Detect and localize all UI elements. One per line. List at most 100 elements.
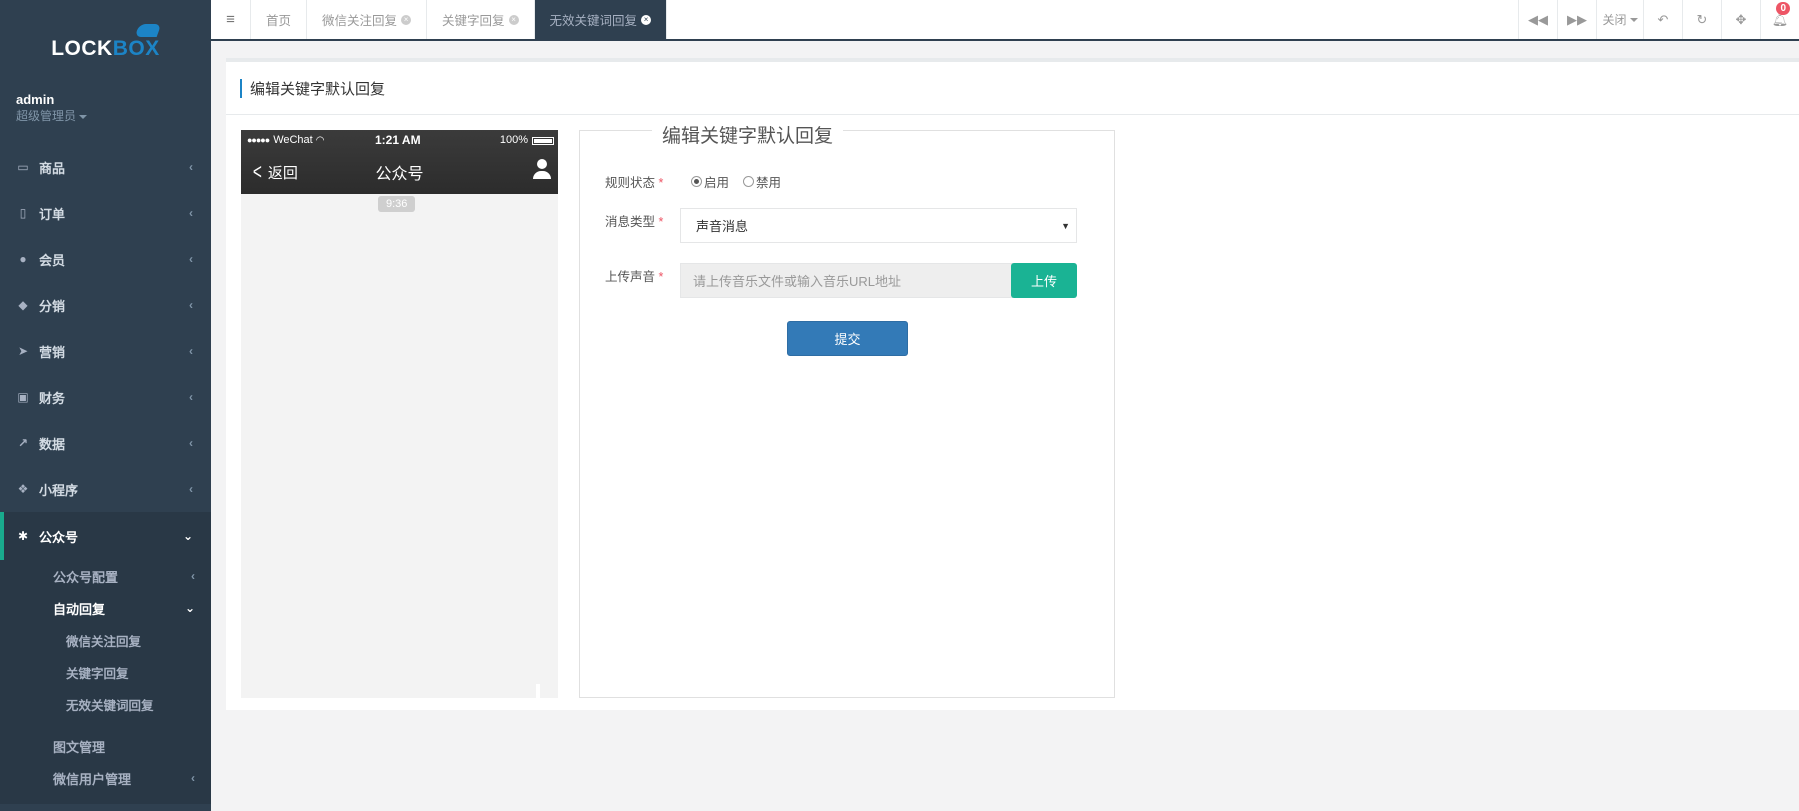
logo-part1: LOCK	[51, 37, 113, 60]
tab-keyword-reply[interactable]: 关键字回复 ×	[427, 0, 535, 39]
sidebar-sub2-label: 无效关键词回复	[66, 698, 154, 713]
close-tab-icon[interactable]: ×	[401, 14, 412, 25]
sidebar-item-label: 会员	[39, 252, 66, 268]
sidebar-nav: ▭ 商品 ‹ ▯ 订单 ‹ ● 会员 ‹ ◆ 分销 ‹ ➤ 营销 ‹ ▣ 财务 …	[0, 144, 211, 512]
sidebar-sub2-label: 微信关注回复	[66, 634, 142, 649]
sidebar-item-marketing[interactable]: ➤ 营销 ‹	[0, 328, 211, 374]
paper-plane-icon: ➤	[17, 344, 29, 358]
sidebar-item-distribution[interactable]: ◆ 分销 ‹	[0, 282, 211, 328]
logo-fin-icon	[134, 24, 162, 37]
sidebar-sub2-item-invalid-keyword-reply[interactable]: 无效关键词回复	[0, 688, 211, 720]
sidebar-item-label: 小程序	[39, 482, 79, 498]
sidebar-item-label: 公众号	[39, 529, 79, 545]
status-label-text: 规则状态	[605, 176, 656, 190]
upload-row: 上传声音 * 请上传音乐文件或输入音乐URL地址 上传	[605, 263, 1077, 298]
submit-button[interactable]: 提交	[787, 321, 908, 356]
reply-form: 编辑关键字默认回复 规则状态 * 启用 禁用 消息类型 * 声音消息 ▼ 上传声…	[579, 121, 1115, 698]
status-enabled-radio[interactable]: 启用	[691, 172, 729, 191]
tab-label: 微信关注回复	[322, 14, 398, 28]
sidebar-sub2-item-keyword-reply[interactable]: 关键字回复	[0, 656, 211, 688]
type-row: 消息类型 * 声音消息 ▼	[605, 208, 1077, 243]
caret-down-icon	[79, 114, 88, 119]
radio-checked-icon	[691, 176, 702, 187]
menu-toggle-icon[interactable]: ≡	[211, 0, 251, 39]
wechat-icon: ✱	[17, 529, 29, 543]
sidebar-item-miniprogram[interactable]: ❖ 小程序 ‹	[0, 466, 211, 512]
sidebar-item-label: 订单	[39, 206, 66, 222]
topbar-tools: ◀◀ ▶▶ 关闭 ↶ ↻ ✥ 🔔︎ 0	[1518, 0, 1799, 39]
required-marker: *	[658, 215, 664, 229]
sidebar-item-label: 商品	[39, 160, 66, 176]
status-disabled-radio[interactable]: 禁用	[743, 172, 781, 191]
sidebar-sub-item-wechat-users[interactable]: 微信用户管理 ‹	[0, 762, 211, 794]
chevron-left-icon: ‹	[189, 298, 193, 312]
close-tab-icon[interactable]: ×	[508, 14, 519, 25]
page-title-bar: 编辑关键字默认回复	[226, 62, 1799, 115]
scroll-tabs-right-icon[interactable]: ▶▶	[1557, 0, 1596, 39]
chevron-left-icon: ‹	[189, 160, 193, 174]
sidebar-item-data[interactable]: ↗ 数据 ‹	[0, 420, 211, 466]
audio-url-input[interactable]: 请上传音乐文件或输入音乐URL地址	[680, 263, 1013, 298]
tab-home[interactable]: 首页	[251, 0, 308, 39]
user-role-dropdown[interactable]: 超级管理员	[16, 108, 195, 124]
notification-bell-icon[interactable]: 🔔︎ 0	[1760, 0, 1799, 39]
page-tabs: 首页 微信关注回复 × 关键字回复 × 无效关键词回复 ×	[251, 0, 1518, 39]
tab-follow-reply[interactable]: 微信关注回复 ×	[307, 0, 428, 39]
battery-icon	[532, 137, 554, 145]
sidebar-sub-item-config[interactable]: 公众号配置 ‹	[0, 560, 211, 592]
fullscreen-icon[interactable]: ✥	[1721, 0, 1760, 39]
sidebar-sub-item-articles[interactable]: 图文管理	[0, 730, 211, 762]
sidebar-item-goods[interactable]: ▭ 商品 ‹	[0, 144, 211, 190]
message-type-select[interactable]: 声音消息 ▼	[680, 208, 1077, 243]
main-content: 编辑关键字默认回复 ●●●●● WeChat ◠ 1:21 AM 100% < 返…	[226, 58, 1799, 710]
radio-unchecked-icon	[743, 176, 755, 187]
phone-time: 1:21 AM	[375, 133, 421, 147]
chevron-down-icon: ⌄	[184, 601, 195, 615]
top-bar: ≡ 首页 微信关注回复 × 关键字回复 × 无效关键词回复 × ◀◀ ▶▶ 关闭 ↶ …	[211, 0, 1799, 41]
logo-part2: BOX	[112, 37, 160, 60]
receipt-icon: ▯	[19, 206, 27, 220]
sidebar-sub-label: 微信用户管理	[53, 771, 132, 787]
required-marker: *	[658, 270, 664, 284]
tab-label: 首页	[266, 14, 292, 28]
sidebar-sub-label: 自动回复	[53, 601, 106, 617]
spacer	[0, 720, 211, 730]
users-icon: ◆	[18, 298, 28, 312]
chevron-down-icon: ⌄	[182, 529, 193, 543]
sidebar-active-group: ✱ 公众号 ⌄ 公众号配置 ‹ 自动回复 ⌄ 微信关注回复 关键字回复 无效关键…	[0, 512, 211, 804]
close-tabs-dropdown[interactable]: 关闭	[1596, 0, 1643, 39]
back-icon[interactable]: ↶	[1643, 0, 1682, 39]
sidebar-item-members[interactable]: ● 会员 ‹	[0, 236, 211, 282]
close-tab-icon[interactable]: ×	[641, 14, 652, 25]
phone-title: 公众号	[375, 166, 424, 183]
sidebar-item-official-account[interactable]: ✱ 公众号 ⌄	[0, 512, 211, 560]
scroll-tabs-left-icon[interactable]: ◀◀	[1518, 0, 1557, 39]
chevron-left-icon: ‹	[189, 482, 193, 496]
close-tabs-label: 关闭	[1602, 13, 1627, 27]
sidebar-item-finance[interactable]: ▣ 财务 ‹	[0, 374, 211, 420]
phone-battery: 100%	[499, 134, 528, 146]
sidebar: LOCKBOX admin 超级管理员 ▭ 商品 ‹ ▯ 订单 ‹ ● 会员 ‹…	[0, 0, 211, 811]
tab-invalid-keyword-reply[interactable]: 无效关键词回复 ×	[534, 0, 668, 39]
upload-button[interactable]: 上传	[1011, 263, 1077, 298]
sidebar-item-orders[interactable]: ▯ 订单 ‹	[0, 190, 211, 236]
chevron-left-icon: ‹	[189, 206, 193, 220]
sidebar-sub-item-auto-reply[interactable]: 自动回复 ⌄	[0, 592, 211, 624]
chevron-left-icon: ‹	[189, 344, 193, 358]
tab-label: 关键字回复	[442, 14, 505, 28]
sidebar-item-label: 数据	[39, 436, 66, 452]
type-label: 消息类型 *	[605, 208, 691, 230]
logo[interactable]: LOCKBOX	[0, 0, 211, 92]
notification-badge: 0	[1776, 2, 1790, 15]
sidebar-sub2-item-follow-reply[interactable]: 微信关注回复	[0, 624, 211, 656]
sidebar-sub-label: 图文管理	[53, 739, 106, 755]
phone-status-bar: ●●●●● WeChat ◠ 1:21 AM 100%	[241, 130, 558, 150]
signal-icon: ●●●●●	[247, 135, 270, 145]
upload-label-text: 上传声音	[605, 270, 656, 284]
user-icon	[532, 159, 552, 181]
sidebar-item-label: 分销	[39, 298, 66, 314]
refresh-icon[interactable]: ↻	[1682, 0, 1721, 39]
dropdown-arrow-icon: ▼	[1061, 220, 1070, 231]
required-marker: *	[658, 176, 664, 190]
sidebar-submenu: 公众号配置 ‹ 自动回复 ⌄ 微信关注回复 关键字回复 无效关键词回复 图文管理…	[0, 560, 211, 794]
